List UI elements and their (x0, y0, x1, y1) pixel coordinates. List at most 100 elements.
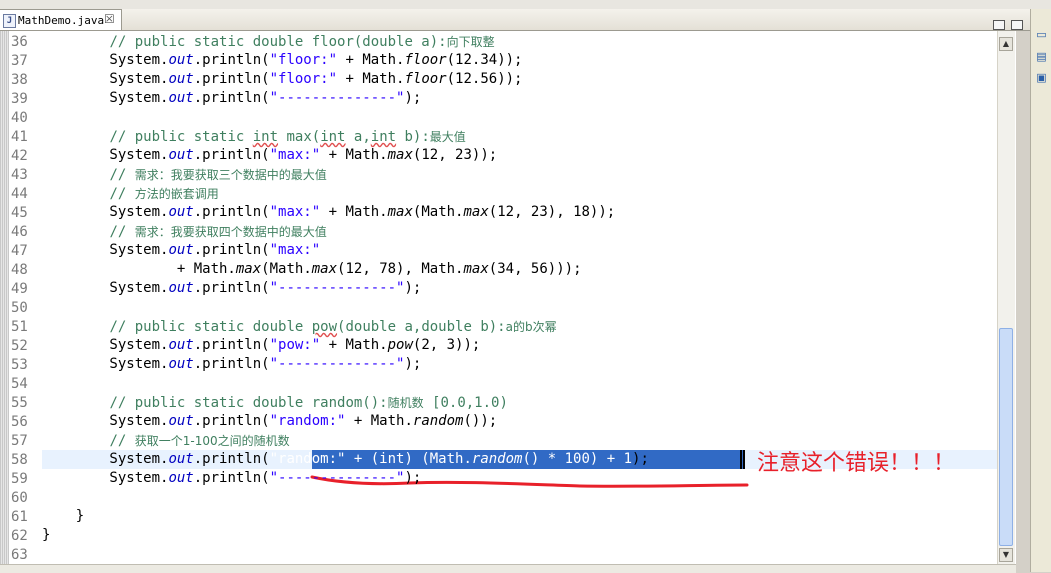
line-number: 47 (11, 243, 28, 259)
code-line[interactable]: System.out.println("--------------"); (42, 470, 421, 489)
code-line[interactable]: System.out.println("random:" + Math.rand… (42, 413, 497, 432)
code-token: "--------------" (269, 356, 405, 372)
code-line[interactable]: + Math.max(Math.max(12, 78), Math.max(34… (42, 261, 582, 280)
code-token: out (168, 242, 194, 258)
scroll-down-icon[interactable]: ▼ (999, 548, 1013, 562)
line-number: 59 (11, 471, 28, 487)
line-number: 36 (11, 34, 28, 50)
code-token: (12, 78), Math. (337, 261, 464, 277)
code-line[interactable]: } (42, 508, 84, 527)
scroll-up-icon[interactable]: ▲ (999, 37, 1013, 51)
code-token: // (109, 433, 135, 449)
code-token: .println( (193, 451, 270, 467)
code-line[interactable]: // public static int max(int a,int b):最大… (42, 128, 465, 147)
code-token: "--------------" (269, 90, 405, 106)
code-line[interactable]: System.out.println("pow:" + Math.pow(2, … (42, 337, 480, 356)
code-token: System. (42, 413, 169, 429)
code-token: .println( (193, 52, 270, 68)
code-token: .println( (193, 413, 270, 429)
tab-mathdemo-java[interactable]: J MathDemo.java ☒ (0, 9, 122, 30)
minimize-icon[interactable] (993, 20, 1005, 30)
code-token: 需求：我要获取三个数据中的最大值 (134, 168, 327, 182)
code-token: "--------------" (269, 280, 405, 296)
code-token: ); (404, 90, 422, 106)
code-token: ()); (463, 413, 498, 429)
code-token: System. (42, 356, 169, 372)
code-line[interactable]: System.out.println("max:" + Math.max(12,… (42, 147, 497, 166)
task-list-icon[interactable]: ▣ (1035, 72, 1048, 84)
code-line[interactable]: } (42, 527, 50, 546)
line-number: 44 (11, 186, 28, 202)
scroll-thumb[interactable] (999, 328, 1013, 546)
code-line[interactable]: // public static double floor(double a):… (42, 33, 494, 52)
code-token: (12.34)); (446, 52, 523, 68)
code-token: System. (42, 451, 169, 467)
code-line[interactable]: System.out.println("--------------"); (42, 356, 421, 375)
code-token: // (109, 186, 135, 202)
code-token: + Math. (320, 204, 388, 220)
close-icon[interactable]: ☒ (104, 12, 115, 26)
code-token: // public static (109, 129, 253, 145)
code-token: .println( (193, 90, 270, 106)
code-line[interactable]: System.out.println("--------------"); (42, 90, 421, 109)
code-line[interactable]: // 获取一个1-100之间的随机数 (42, 432, 289, 451)
line-number: 46 (11, 224, 28, 240)
code-token: .println( (193, 470, 270, 486)
code-token: "max:" (269, 147, 321, 163)
code-token: .println( (193, 242, 270, 258)
code-token: System. (42, 337, 169, 353)
code-token: "pow:" (269, 337, 321, 353)
code-token: 需求：我要获取四个数据中的最大值 (134, 225, 327, 239)
code-line[interactable]: System.out.println("--------------"); (42, 280, 421, 299)
code-token: "random:" (269, 451, 346, 467)
line-number: 49 (11, 281, 28, 297)
code-token: + Math. (42, 261, 236, 277)
code-token: "floor:" (269, 52, 338, 68)
code-line[interactable]: // public static double pow(double a,dou… (42, 318, 557, 337)
code-token: ); (632, 451, 649, 467)
java-file-icon: J (3, 14, 16, 28)
code-line[interactable]: // 需求：我要获取四个数据中的最大值 (42, 223, 327, 242)
code-token: .println( (193, 204, 270, 220)
line-number: 55 (11, 395, 28, 411)
code-token: a的b次幂 (505, 320, 557, 334)
code-token: // public static double floor(double a): (109, 34, 447, 50)
line-number: 42 (11, 148, 28, 164)
code-token: out (168, 413, 194, 429)
code-line[interactable]: System.out.println("random:" + (int) (Ma… (42, 451, 649, 470)
code-token: } (42, 508, 85, 524)
code-token: .println( (193, 337, 270, 353)
line-number: 41 (11, 129, 28, 145)
line-number: 52 (11, 338, 28, 354)
code-token: out (168, 71, 194, 87)
code-token: out (168, 90, 194, 106)
code-line[interactable]: // 需求：我要获取三个数据中的最大值 (42, 166, 327, 185)
line-number: 54 (11, 376, 28, 392)
code-token: // public static double random(): (109, 395, 388, 411)
code-token: (12, 23)); (412, 147, 498, 163)
line-number: 61 (11, 509, 28, 525)
code-token: ); (404, 280, 422, 296)
vertical-scrollbar[interactable]: ▲ ▼ (997, 31, 1015, 564)
code-editor[interactable]: 注意这个错误！！！ ▲ ▼ 36 // public static double… (0, 31, 1016, 564)
maximize-icon[interactable] (1011, 20, 1023, 30)
code-line[interactable]: System.out.println("max:" + Math.max(Mat… (42, 204, 615, 223)
code-token: pow (387, 337, 413, 353)
code-line[interactable]: // 方法的嵌套调用 (42, 185, 218, 204)
line-number: 60 (11, 490, 28, 506)
code-token: out (168, 280, 194, 296)
code-token: "random:" (269, 413, 346, 429)
code-token: out (168, 204, 194, 220)
code-line[interactable]: System.out.println("floor:" + Math.floor… (42, 71, 522, 90)
restore-icon[interactable]: ▭ (1035, 29, 1048, 41)
line-number: 48 (11, 262, 28, 278)
code-line[interactable]: // public static double random():随机数 [0.… (42, 394, 507, 413)
code-token: max (387, 204, 413, 220)
code-line[interactable]: System.out.println("max:" (42, 242, 320, 261)
code-line[interactable]: System.out.println("floor:" + Math.floor… (42, 52, 522, 71)
overview-ruler (0, 31, 9, 564)
outline-icon[interactable]: ▤ (1035, 51, 1048, 63)
